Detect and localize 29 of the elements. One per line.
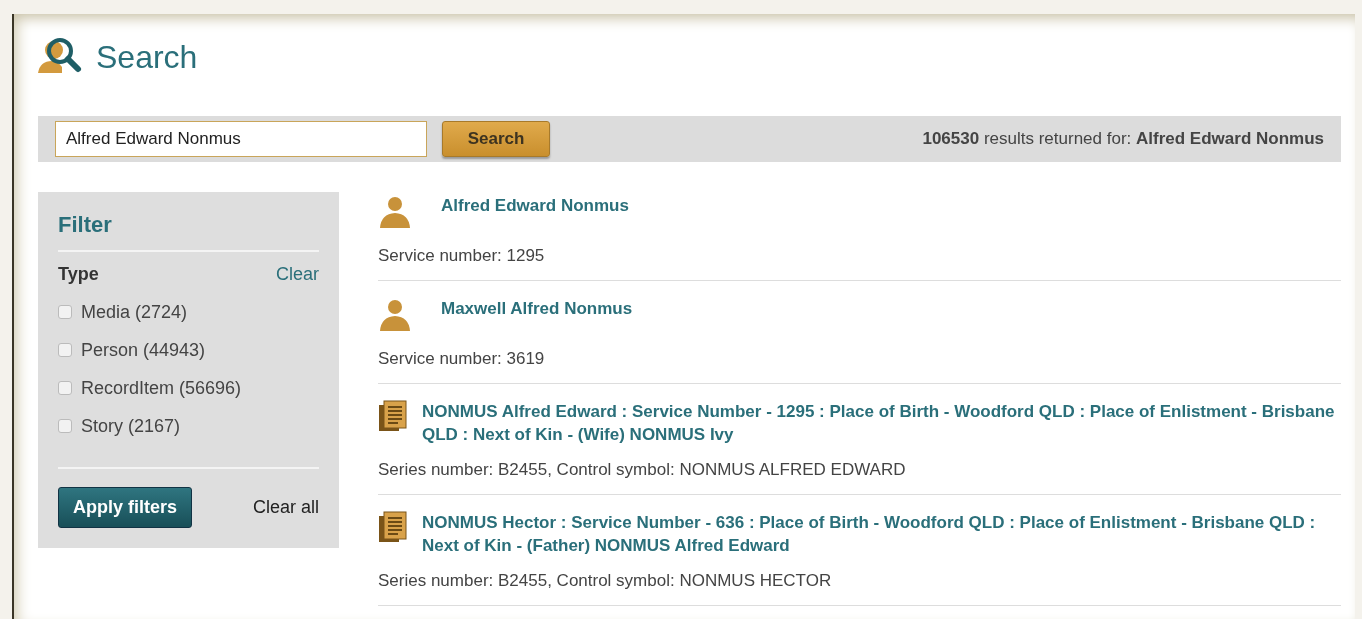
clear-link[interactable]: Clear — [276, 264, 319, 285]
apply-filters-button[interactable]: Apply filters — [58, 487, 193, 528]
filter-option-label[interactable]: Person (44943) — [81, 339, 206, 361]
result-detail: Series number: B2455, Control symbol: NONMUS ALFRED EDWARD — [378, 460, 907, 480]
result-detail: Service number: 3619 — [378, 349, 546, 369]
result-title-link[interactable]: NONMUS Alfred Edward : Service Number - 1295 : Place of Birth - Woodford QLD : Place of Enlistment - Brisbane QLD : Next of Kin - (Wife) NONMUS Ivy — [422, 400, 1341, 446]
results-count: 106530 results returned for: Alfred Edward Nonmus — [922, 129, 1324, 149]
checkbox[interactable] — [58, 419, 72, 433]
result-title-link[interactable]: Maxwell Alfred Nonmus — [426, 297, 633, 320]
checkbox[interactable] — [58, 343, 72, 357]
filter-option-label[interactable]: RecordItem (56696) — [81, 377, 242, 399]
result-detail: Series number: B2455, Control symbol: NONMUS HECTOR — [378, 571, 833, 591]
search-button[interactable]: Search — [442, 121, 550, 157]
search-field[interactable]: Alfred Edward Nonmus — [55, 121, 427, 157]
person-icon — [378, 194, 412, 228]
filter-option-label[interactable]: Story (2167) — [81, 415, 181, 437]
filter-title: Filter — [58, 212, 319, 252]
checkbox[interactable] — [58, 305, 72, 319]
filter-group-label: Type — [58, 264, 99, 285]
clear-all-link[interactable]: Clear all — [252, 497, 319, 518]
filter-option-label[interactable]: Media (2724) — [81, 301, 188, 323]
document-icon — [378, 511, 408, 543]
document-icon — [378, 400, 408, 432]
person-icon — [378, 297, 412, 331]
result-detail: Service number: 1295 — [378, 246, 546, 266]
page-title: Search — [96, 38, 198, 76]
result-title-link[interactable]: NONMUS Hector : Service Number - 636 : Place of Birth - Woodford QLD : Place of Enlistment - Brisbane QLD : Next of Kin - (Father) NONMUS Alfred Edward — [422, 511, 1341, 557]
checkbox[interactable] — [58, 381, 72, 395]
result-title-link[interactable]: Alfred Edward Nonmus — [426, 194, 629, 217]
